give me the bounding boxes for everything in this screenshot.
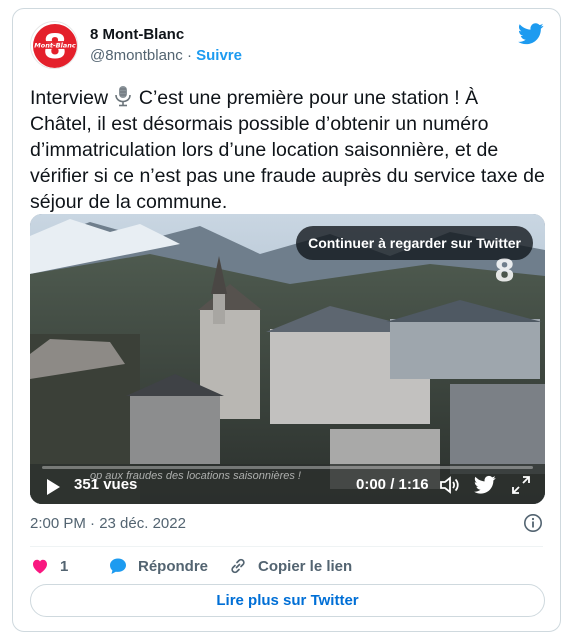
- tweet-card: 8 Mont-Blanc 8 Mont-Blanc @8montblanc · …: [12, 8, 561, 632]
- tweet-timestamp[interactable]: 2:00 PM · 23 déc. 2022: [30, 515, 186, 532]
- microphone-icon: [115, 86, 132, 107]
- link-icon: [231, 558, 245, 574]
- avatar[interactable]: 8 Mont-Blanc: [30, 21, 78, 69]
- tweet-text-part1: Interview: [30, 87, 114, 109]
- separator-dot: ·: [186, 47, 192, 64]
- tweet-text: Interview C’est une première pour une st…: [30, 85, 545, 215]
- reply-button[interactable]: Répondre: [108, 554, 208, 578]
- info-icon[interactable]: [523, 513, 543, 533]
- handle-row: @8montblanc · Suivre: [90, 47, 242, 64]
- play-icon[interactable]: [44, 478, 62, 496]
- video-scrubber[interactable]: [42, 466, 533, 469]
- video-player[interactable]: Continuer à regarder sur Twitter 8 op au…: [30, 214, 545, 504]
- follow-button[interactable]: Suivre: [196, 47, 242, 64]
- copy-link-button[interactable]: Copier le lien: [228, 554, 352, 578]
- reply-bubble-icon: [110, 558, 126, 574]
- svg-text:Mont-Blanc: Mont-Blanc: [34, 42, 76, 50]
- account-name[interactable]: 8 Mont-Blanc: [90, 26, 184, 43]
- volume-icon[interactable]: [438, 474, 460, 496]
- reply-label: Répondre: [138, 557, 209, 575]
- account-handle[interactable]: @8montblanc: [90, 47, 183, 64]
- twitter-bird-icon[interactable]: [474, 474, 496, 496]
- video-controls: 351 vues 0:00 / 1:16: [30, 460, 545, 504]
- video-watermark: 8: [494, 254, 515, 289]
- tweet-actions: 1 Répondre Copier le lien: [30, 554, 545, 578]
- like-count: 1: [60, 557, 69, 575]
- like-button[interactable]: 1: [30, 554, 68, 578]
- fullscreen-icon[interactable]: [510, 474, 532, 496]
- heart-icon: [33, 559, 47, 574]
- twitter-bird-icon[interactable]: [518, 23, 544, 45]
- channel-logo-icon: 8 Mont-Blanc: [31, 22, 77, 68]
- tweet-header: 8 Mont-Blanc 8 Mont-Blanc @8montblanc · …: [30, 21, 548, 73]
- view-count: 351 vues: [74, 476, 138, 493]
- divider: [30, 546, 543, 547]
- read-more-button[interactable]: Lire plus sur Twitter: [30, 584, 545, 617]
- video-time: 0:00 / 1:16: [356, 476, 429, 493]
- copy-link-label: Copier le lien: [258, 557, 353, 575]
